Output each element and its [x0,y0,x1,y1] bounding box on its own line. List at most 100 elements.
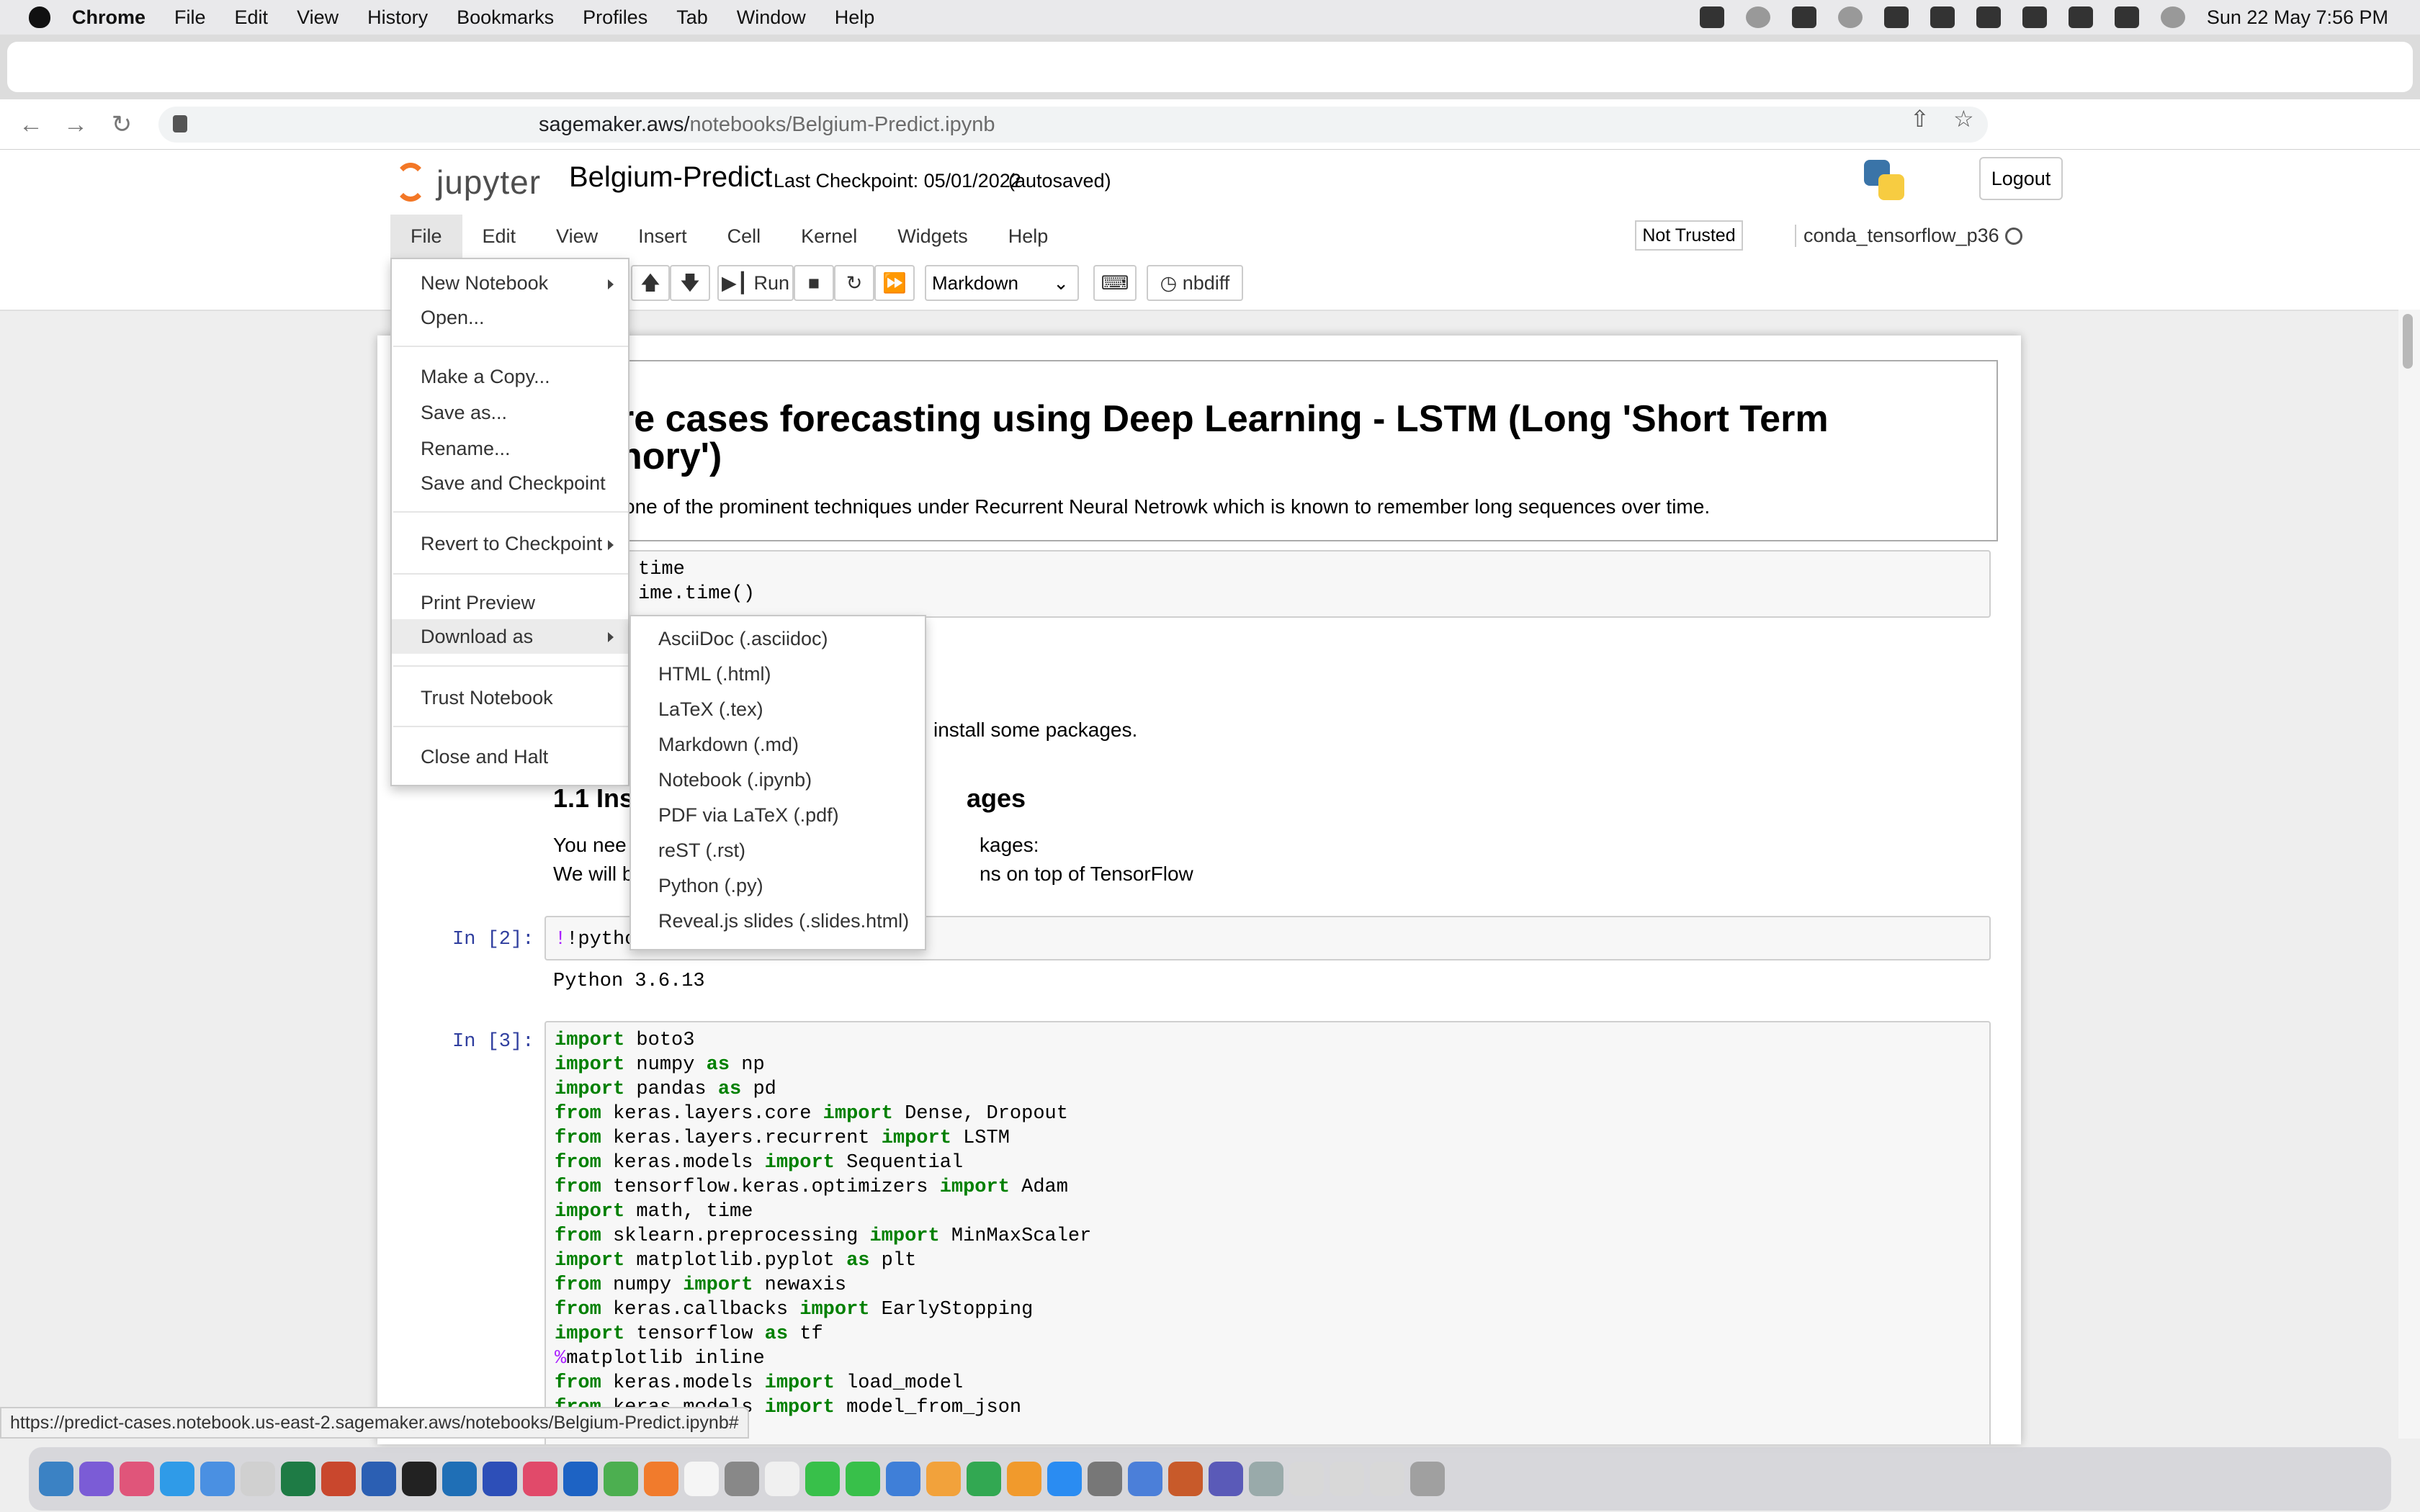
mute-icon[interactable] [1883,6,1909,28]
download-markdown[interactable]: Markdown (.md) [658,734,799,756]
outlook-icon[interactable] [563,1462,598,1496]
jupyter-menu-edit[interactable]: Edit [462,215,537,258]
menu-view[interactable]: View [297,6,339,29]
menu-item-save-as[interactable]: Save as... [421,402,507,424]
document-icon[interactable] [1330,1462,1364,1496]
jupyter-menu-view[interactable]: View [536,215,618,258]
menu-item-rename[interactable]: Rename... [421,438,511,460]
page-scrollbar[interactable] [2398,310,2420,1439]
forward-icon[interactable]: → [60,109,91,140]
books-icon[interactable] [1007,1462,1041,1496]
jupyter-menu-file[interactable]: File [390,215,462,258]
keynote-icon[interactable] [886,1462,920,1496]
menu-file[interactable]: File [174,6,206,29]
app-icon[interactable] [1168,1462,1203,1496]
scrollbar-thumb[interactable] [2403,314,2413,369]
document-icon[interactable] [1370,1462,1404,1496]
download-notebook[interactable]: Notebook (.ipynb) [658,769,812,791]
reload-icon[interactable]: ↻ [107,109,137,140]
menu-window[interactable]: Window [737,6,806,29]
preview-icon[interactable] [1249,1462,1283,1496]
excel-icon[interactable] [281,1462,315,1496]
sync-icon[interactable] [1837,6,1863,28]
menu-item-download-as[interactable]: Download as [392,619,628,654]
jupyter-menu-insert[interactable]: Insert [618,215,707,258]
menu-item-new-notebook[interactable]: New Notebook [421,272,548,294]
numbers-icon[interactable] [967,1462,1001,1496]
textedit-icon[interactable] [241,1462,275,1496]
nbdiff-button[interactable]: ◷ nbdiff [1147,265,1243,301]
terminal-icon[interactable] [402,1462,436,1496]
download-reveal-slides[interactable]: Reveal.js slides (.slides.html) [658,910,909,932]
slack-icon[interactable] [523,1462,557,1496]
restart-button[interactable]: ↻ [834,265,874,301]
menu-item-open[interactable]: Open... [421,307,485,329]
share-icon[interactable]: ⇧ [1910,105,1930,132]
calculator-icon[interactable] [725,1462,759,1496]
command-palette-button[interactable]: ⌨ [1093,265,1137,301]
search-icon[interactable] [2068,6,2093,28]
jupyter-menu-kernel[interactable]: Kernel [781,215,877,258]
download-asciidoc[interactable]: AsciiDoc (.asciidoc) [658,628,828,650]
facetime-icon[interactable] [846,1462,880,1496]
logout-button[interactable]: Logout [1979,157,2063,200]
run-button[interactable]: ▶┃ Run [717,265,794,301]
jupyter-menu-widgets[interactable]: Widgets [877,215,988,258]
document-icon[interactable] [1289,1462,1324,1496]
download-html[interactable]: HTML (.html) [658,663,771,685]
app-status-icon[interactable] [1699,6,1724,28]
kernel-name[interactable]: conda_tensorflow_p36 [1795,225,1999,247]
safari-icon[interactable] [160,1462,194,1496]
active-tab[interactable] [7,42,2413,92]
move-down-button[interactable]: 🡇 [670,265,710,301]
menu-item-print-preview[interactable]: Print Preview [421,592,535,614]
firefox-icon[interactable] [644,1462,678,1496]
siri-dock-icon[interactable] [79,1462,114,1496]
bookmark-star-icon[interactable]: ☆ [1953,105,1974,132]
download-pdf[interactable]: PDF via LaTeX (.pdf) [658,804,839,827]
teams-icon[interactable] [1209,1462,1243,1496]
omnibox[interactable]: sagemaker.aws/notebooks/Belgium-Predict.… [158,107,1988,143]
back-icon[interactable]: ← [16,109,46,140]
menu-item-trust-notebook[interactable]: Trust Notebook [421,687,553,709]
trash-icon[interactable] [1410,1462,1445,1496]
menu-bookmarks[interactable]: Bookmarks [457,6,554,29]
record-icon[interactable] [1745,6,1770,28]
clock[interactable]: Sun 22 May 7:56 PM [2207,6,2388,29]
notebook-title[interactable]: Belgium-Predict [569,161,772,194]
chrome-icon[interactable] [604,1462,638,1496]
screen-icon[interactable] [1791,6,1816,28]
menu-tab[interactable]: Tab [676,6,708,29]
apple-icon[interactable] [29,6,50,28]
jupyter-logo[interactable]: jupyter [395,157,541,207]
cell-type-select[interactable]: Markdown ⌄ [925,265,1079,301]
menu-item-close-halt[interactable]: Close and Halt [421,746,548,768]
download-python[interactable]: Python (.py) [658,875,763,897]
menu-item-make-copy[interactable]: Make a Copy... [421,366,550,388]
bluetooth-icon[interactable] [1930,6,1955,28]
menu-edit[interactable]: Edit [235,6,269,29]
pages-icon[interactable] [926,1462,961,1496]
reminders-icon[interactable] [765,1462,799,1496]
menu-help[interactable]: Help [835,6,875,29]
menu-history[interactable]: History [367,6,428,29]
zoom-icon[interactable] [1128,1462,1162,1496]
messages-icon[interactable] [805,1462,840,1496]
url-text[interactable]: sagemaker.aws/notebooks/Belgium-Predict.… [539,113,995,137]
move-up-button[interactable]: 🡅 [631,265,670,301]
download-latex[interactable]: LaTeX (.tex) [658,698,763,721]
menu-item-revert-checkpoint[interactable]: Revert to Checkpoint [421,533,602,555]
app-icon[interactable] [483,1462,517,1496]
powerpoint-icon[interactable] [321,1462,356,1496]
menu-app-name[interactable]: Chrome [72,6,145,29]
restart-run-all-button[interactable]: ⏩ [874,265,915,301]
system-preferences-icon[interactable] [1088,1462,1122,1496]
jupyter-menu-help[interactable]: Help [988,215,1069,258]
menu-item-save-checkpoint[interactable]: Save and Checkpoint [421,472,606,495]
battery-icon[interactable] [1976,6,2001,28]
wifi-icon[interactable] [2022,6,2047,28]
launchpad-icon[interactable] [120,1462,154,1496]
word-icon[interactable] [362,1462,396,1496]
app-store-icon[interactable] [1047,1462,1082,1496]
vscode-icon[interactable] [442,1462,477,1496]
